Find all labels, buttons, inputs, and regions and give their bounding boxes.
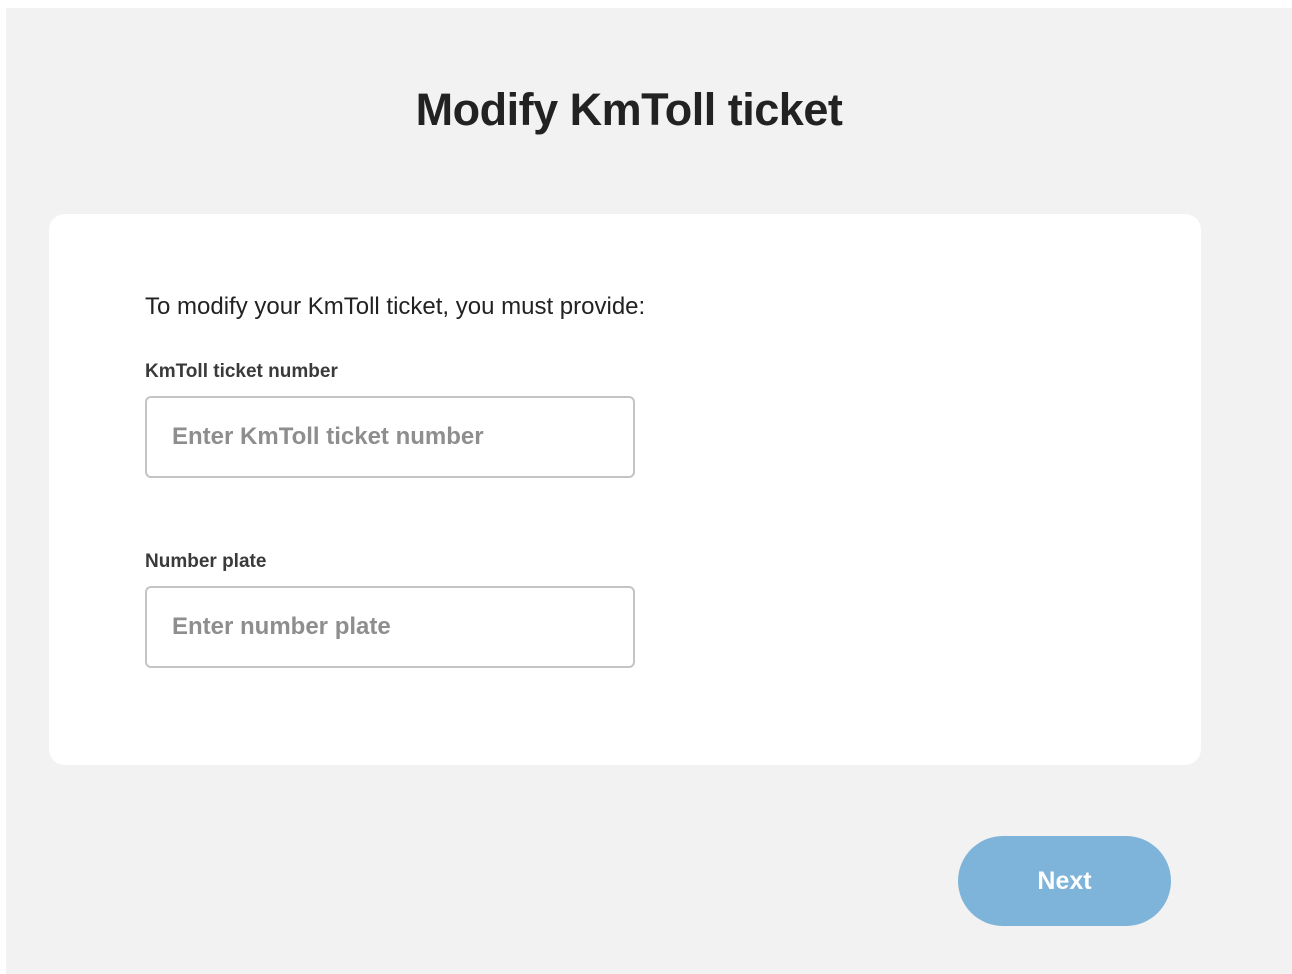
- number-plate-label: Number plate: [145, 551, 267, 572]
- ticket-number-label: KmToll ticket number: [145, 361, 338, 382]
- number-plate-input[interactable]: [145, 586, 635, 668]
- page-background: Modify KmToll ticket To modify your KmTo…: [6, 8, 1292, 974]
- form-card: To modify your KmToll ticket, you must p…: [49, 214, 1201, 765]
- form-intro-text: To modify your KmToll ticket, you must p…: [145, 293, 646, 320]
- next-button[interactable]: Next: [958, 836, 1171, 926]
- page-title: Modify KmToll ticket: [415, 84, 843, 135]
- ticket-number-input[interactable]: [145, 396, 635, 478]
